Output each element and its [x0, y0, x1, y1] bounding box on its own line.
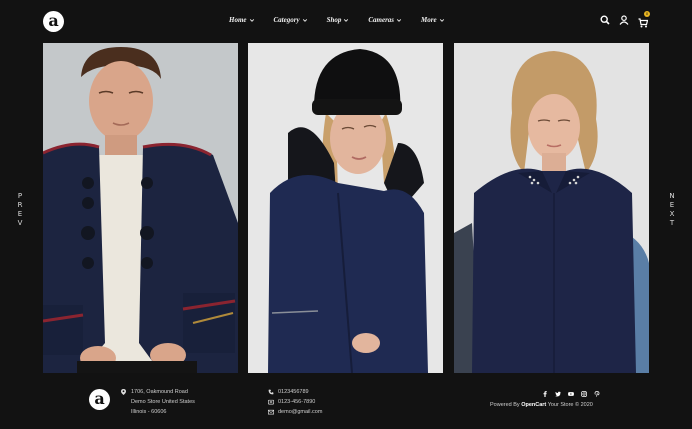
address-street: 1706, Oakmound Road — [131, 389, 188, 395]
email-address[interactable]: demo@gmail.com — [278, 409, 322, 415]
model-photo-woman-shirt — [454, 43, 649, 373]
nav-cameras-label: Cameras — [368, 16, 395, 24]
next-letter: X — [669, 210, 675, 218]
cart-icon — [638, 18, 649, 28]
chevron-down-icon — [344, 19, 349, 22]
cart-button[interactable]: 0 — [638, 11, 650, 28]
next-letter: N — [669, 192, 675, 200]
nav-shop[interactable]: Shop — [327, 16, 350, 24]
mail-icon — [268, 409, 274, 415]
prev-letter: V — [17, 219, 23, 227]
slider-next-button[interactable]: N E X T — [668, 192, 676, 228]
nav-home[interactable]: Home — [229, 16, 255, 24]
prev-letter: E — [17, 210, 23, 218]
address-store: Demo Store United States — [131, 399, 195, 405]
chevron-down-icon — [249, 19, 254, 22]
powered-prefix: Powered By — [490, 402, 520, 408]
nav-more[interactable]: More — [421, 16, 445, 24]
slider-prev-button[interactable]: P R E V — [16, 192, 24, 228]
address-line: 1706, Oakmound Road — [121, 387, 195, 397]
powered-brand-link[interactable]: OpenCart — [521, 402, 546, 408]
contact-fax: 0123-456-7890 — [268, 397, 322, 407]
instagram-icon[interactable] — [581, 391, 587, 397]
address-line: Demo Store United States — [121, 397, 195, 407]
fax-number: 0123-456-7890 — [278, 399, 316, 405]
next-letter: E — [669, 201, 675, 209]
chevron-down-icon — [439, 19, 444, 22]
chevron-down-icon — [302, 19, 307, 22]
nav-shop-label: Shop — [326, 16, 342, 24]
footer-address: 1706, Oakmound Road Demo Store United St… — [121, 387, 195, 417]
chevron-down-icon — [396, 19, 402, 22]
next-letter: T — [669, 219, 675, 227]
address-city: Illinois - 60606 — [131, 409, 167, 415]
youtube-icon[interactable] — [568, 391, 574, 397]
powered-suffix: Your Store © 2020 — [547, 402, 593, 408]
main-nav: Home Category Shop Cameras More — [229, 16, 464, 24]
facebook-icon[interactable] — [542, 391, 548, 397]
footer: a 1706, Oakmound Road Demo Store United … — [0, 378, 692, 429]
nav-more-label: More — [421, 16, 437, 24]
prev-letter: P — [17, 192, 23, 200]
phone-number: 0123456789 — [278, 389, 309, 395]
slide-panel-2[interactable] — [248, 43, 443, 373]
map-pin-icon — [121, 389, 126, 395]
nav-cameras[interactable]: Cameras — [368, 16, 402, 24]
fax-icon — [268, 399, 274, 405]
powered-by: Powered By OpenCart Your Store © 2020 — [490, 402, 593, 408]
logo[interactable]: a — [43, 11, 64, 32]
phone-icon — [268, 389, 274, 395]
cart-count-badge: 0 — [644, 11, 650, 17]
model-photo-man — [43, 43, 238, 373]
slide-panel-3[interactable] — [454, 43, 649, 373]
footer-logo[interactable]: a — [89, 389, 110, 410]
social-links — [542, 391, 607, 397]
contact-email: demo@gmail.com — [268, 407, 322, 417]
user-icon[interactable] — [619, 15, 629, 25]
pinterest-icon[interactable] — [594, 391, 600, 397]
model-photo-woman-beanie — [248, 43, 443, 373]
search-icon[interactable] — [600, 15, 610, 25]
prev-letter: R — [17, 201, 23, 209]
slide-panel-1[interactable] — [43, 43, 238, 373]
nav-category[interactable]: Category — [274, 16, 308, 24]
footer-contact: 0123456789 0123-456-7890 demo@gmail.com — [268, 387, 322, 417]
nav-home-label: Home — [229, 16, 247, 24]
twitter-icon[interactable] — [555, 391, 561, 397]
header: a Home Category Shop Cameras More 0 — [0, 0, 692, 42]
address-line: Illinois - 60606 — [121, 407, 195, 417]
header-icons: 0 — [600, 11, 657, 28]
contact-phone: 0123456789 — [268, 387, 322, 397]
nav-category-label: Category — [273, 16, 300, 24]
